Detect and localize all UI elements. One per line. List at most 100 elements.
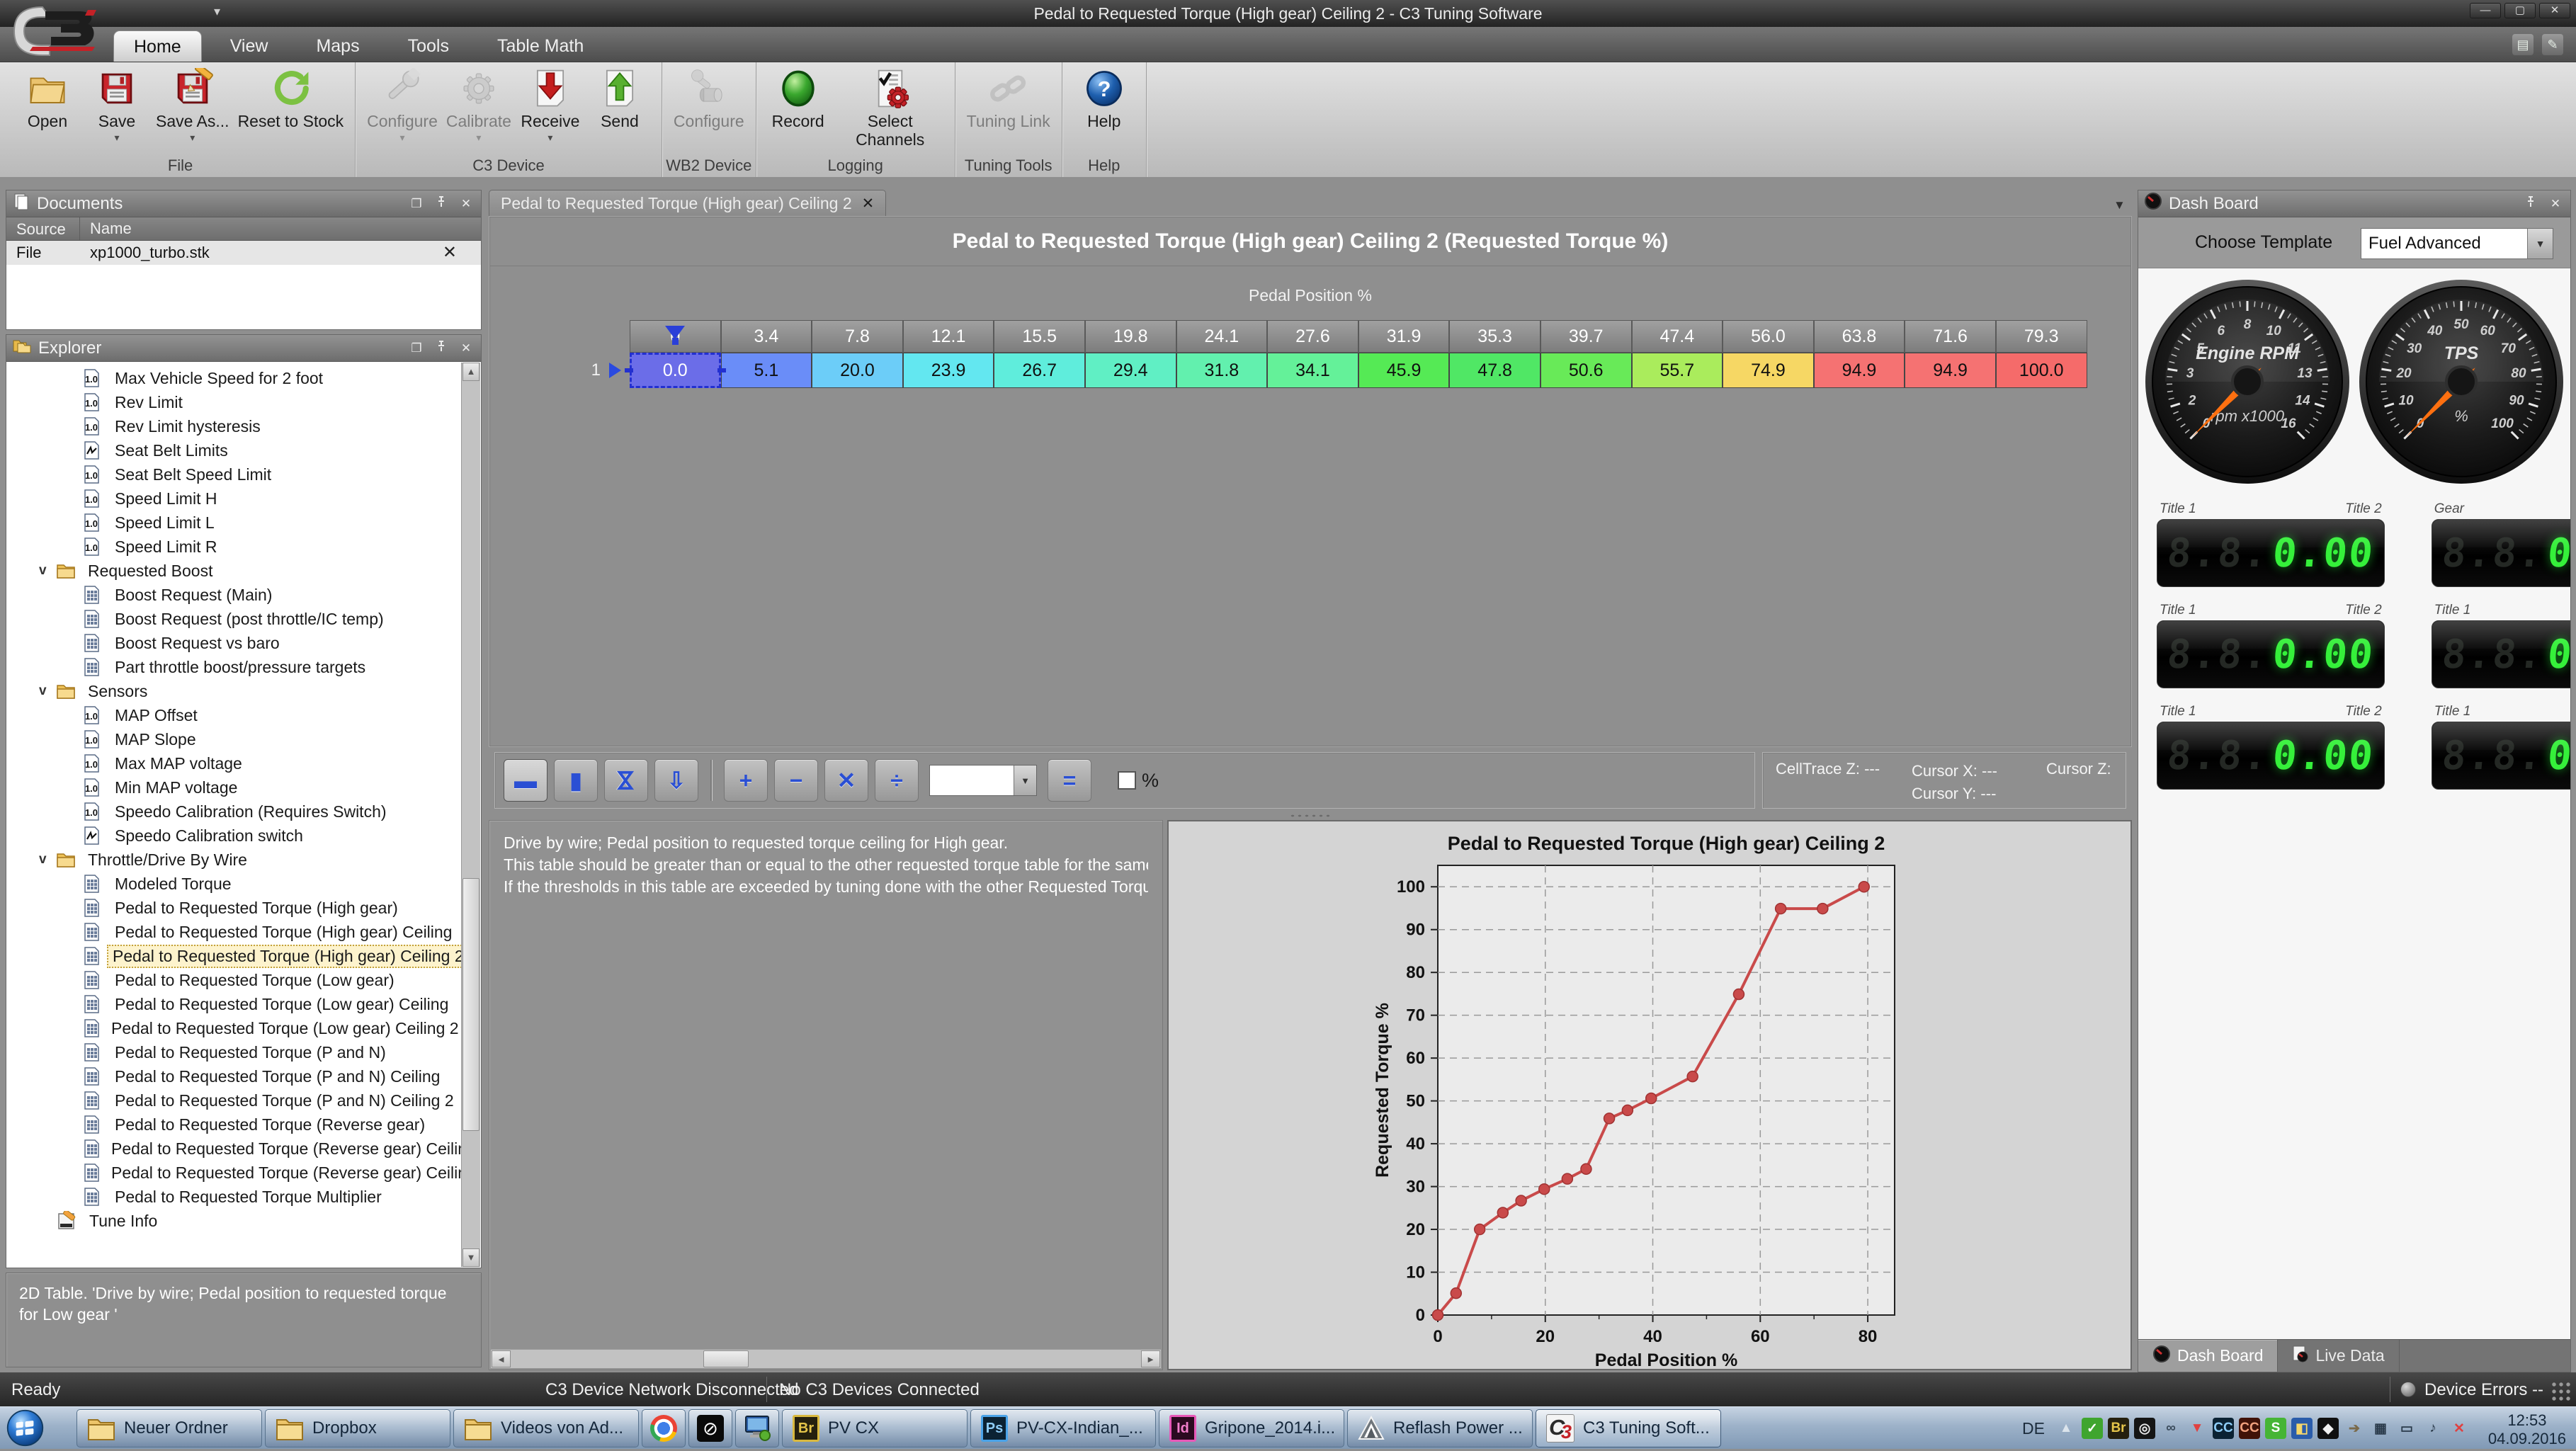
percent-checkbox[interactable] [1118,771,1136,790]
row-header[interactable]: 1 [539,353,630,388]
tree-item-pedal-to-requested-torque-high-gear-ceiling[interactable]: Pedal to Requested Torque (High gear) Ce… [6,920,461,944]
add-button[interactable]: + [724,759,768,802]
menu-tab-tools[interactable]: Tools [388,30,469,62]
tree-item-part-throttle-boost-pressure-targets[interactable]: Part throttle boost/pressure targets [6,655,461,679]
tree-item-pedal-to-requested-torque-p-and-n-ceiling[interactable]: Pedal to Requested Torque (P and N) Ceil… [6,1064,461,1088]
tree-item-max-vehicle-speed-for-2-foot[interactable]: 1.0Max Vehicle Speed for 2 foot [6,366,461,390]
tray-icon-14[interactable]: ▭ [2396,1418,2417,1439]
documents-col-name[interactable]: Name [80,220,481,238]
table-cell[interactable]: 29.4 [1085,353,1176,388]
digital-display-6[interactable]: Title 1Title 28.8.0.00 [2432,704,2570,790]
taskbar-button-dropbox[interactable]: Dropbox [265,1409,450,1447]
tray-icon-6[interactable]: ▼ [2186,1418,2208,1439]
tray-icon-12[interactable]: ➔ [2344,1418,2365,1439]
tree-item-speed-limit-l[interactable]: 1.0Speed Limit L [6,511,461,535]
dashboard-tab-live-data[interactable]: Live Data [2278,1340,2399,1372]
reset-to-stock-button[interactable]: Reset to Stock [234,64,348,131]
tray-icon-2[interactable]: ✓ [2082,1418,2103,1439]
table-cell[interactable]: 23.9 [903,353,994,388]
column-header-47.4[interactable]: 47.4 [1632,320,1723,353]
digital-display-5[interactable]: Title 1Title 28.8.0.00 [2157,704,2385,790]
dropdown-arrow-icon[interactable]: ▾ [547,132,552,144]
tray-icon-16[interactable]: ✕ [2449,1418,2470,1439]
tray-icon-13[interactable]: ▦ [2370,1418,2391,1439]
table-cell[interactable]: 94.9 [1814,353,1905,388]
tree-item-boost-request-vs-baro[interactable]: Boost Request vs baro [6,631,461,655]
tree-item-pedal-to-requested-torque-high-gear[interactable]: Pedal to Requested Torque (High gear) [6,896,461,920]
close-panel-icon[interactable]: ✕ [457,195,475,213]
tree-item-rev-limit[interactable]: 1.0Rev Limit [6,390,461,414]
tree-item-max-map-voltage[interactable]: 1.0Max MAP voltage [6,751,461,775]
document-tab[interactable]: Pedal to Requested Torque (High gear) Ce… [489,190,886,217]
taskbar-button-videos-von-ad[interactable]: Videos von Ad... [453,1409,639,1447]
divide-button[interactable]: ÷ [875,759,919,802]
column-header-12.1[interactable]: 12.1 [903,320,994,353]
tree-item-pedal-to-requested-torque-multiplier[interactable]: Pedal to Requested Torque Multiplier [6,1185,461,1209]
taskbar-button-chrome[interactable] [642,1409,686,1447]
column-header-0[interactable]: 0 [630,320,721,353]
column-header-35.3[interactable]: 35.3 [1449,320,1541,353]
scroll-left-icon[interactable]: ◄ [492,1350,511,1367]
pin-icon[interactable] [432,195,450,213]
close-panel-icon[interactable]: ✕ [457,339,475,358]
menu-tab-maps[interactable]: Maps [296,30,379,62]
documents-col-source[interactable]: Source [6,217,80,240]
column-header-19.8[interactable]: 19.8 [1085,320,1176,353]
scroll-down-icon[interactable]: ▼ [463,1248,480,1267]
tree-item-pedal-to-requested-torque-low-gear-ceiling-2[interactable]: Pedal to Requested Torque (Low gear) Cei… [6,1016,461,1040]
taskbar-button-gripone-2014-i[interactable]: IdGripone_2014.i... [1159,1409,1344,1447]
tree-item-pedal-to-requested-torque-reverse-gear-ceiling[interactable]: Pedal to Requested Torque (Reverse gear)… [6,1137,461,1161]
start-button[interactable] [6,1409,45,1447]
dropdown-arrow-icon[interactable]: ▾ [476,132,481,144]
digital-display-4[interactable]: Title 1Title 28.8.0.00 [2432,603,2570,688]
tree-item-throttle-drive-by-wire[interactable]: vThrottle/Drive By Wire [6,848,461,872]
column-header-31.9[interactable]: 31.9 [1358,320,1450,353]
restore-icon[interactable]: ❐ [407,339,426,358]
record-button[interactable]: Record [764,64,833,131]
tree-item-speedo-calibration-switch[interactable]: Speedo Calibration switch [6,824,461,848]
document-row[interactable]: File xp1000_turbo.stk ✕ [6,241,481,265]
open-button[interactable]: Open [13,64,82,131]
tab-list-arrow-icon[interactable]: ▼ [2113,198,2126,212]
pen-icon[interactable]: ✎ [2542,34,2563,55]
layout-icon[interactable]: ▤ [2512,34,2534,55]
receive-button[interactable]: Receive▾ [516,64,585,144]
dropdown-arrow-icon[interactable]: ▾ [114,132,119,144]
table-cell[interactable]: 31.8 [1176,353,1268,388]
restore-icon[interactable]: ❐ [407,195,426,213]
tree-item-pedal-to-requested-torque-reverse-gear[interactable]: Pedal to Requested Torque (Reverse gear) [6,1113,461,1137]
column-header-39.7[interactable]: 39.7 [1541,320,1632,353]
tree-item-boost-request-post-throttle-ic-temp[interactable]: Boost Request (post throttle/IC temp) [6,607,461,631]
tree-item-pedal-to-requested-torque-low-gear-ceiling[interactable]: Pedal to Requested Torque (Low gear) Cei… [6,992,461,1016]
save-as-button[interactable]: Save As...▾ [152,64,234,144]
value-combobox[interactable]: ▼ [929,765,1037,796]
table-mode-button[interactable]: ⋈ [604,759,648,802]
table-cell[interactable]: 47.8 [1449,353,1541,388]
horizontal-splitter[interactable] [489,812,2132,820]
dashboard-tab-dash-board[interactable]: Dash Board [2138,1340,2278,1372]
minimize-button[interactable]: — [2470,3,2501,18]
table-cell[interactable]: 0.0 [630,353,721,388]
maximize-button[interactable]: ▢ [2504,3,2536,18]
tree-item-min-map-voltage[interactable]: 1.0Min MAP voltage [6,775,461,800]
tray-icon-10[interactable]: ◧ [2291,1418,2313,1439]
tree-item-pedal-to-requested-torque-reverse-gear-ceiling-2[interactable]: Pedal to Requested Torque (Reverse gear)… [6,1161,461,1185]
explorer-scrollbar[interactable]: ▲ ▼ [461,363,480,1267]
tree-item-speed-limit-r[interactable]: 1.0Speed Limit R [6,535,461,559]
tree-item-pedal-to-requested-torque-p-and-n-ceiling-2[interactable]: Pedal to Requested Torque (P and N) Ceil… [6,1088,461,1113]
taskbar-button-pv-cx-indian[interactable]: PsPV-CX-Indian_... [970,1409,1156,1447]
column-mode-button[interactable]: ▮ [554,759,598,802]
tree-item-map-slope[interactable]: 1.0MAP Slope [6,727,461,751]
remove-document-icon[interactable]: ✕ [443,242,457,263]
taskbar-button-neuer-ordner[interactable]: Neuer Ordner [76,1409,262,1447]
close-tab-icon[interactable]: ✕ [862,195,875,212]
table-cell[interactable]: 55.7 [1632,353,1723,388]
tray-icon-8[interactable]: CC [2239,1418,2260,1439]
column-header-24.1[interactable]: 24.1 [1176,320,1268,353]
table-cell[interactable]: 5.1 [721,353,812,388]
column-header-79.3[interactable]: 79.3 [1996,320,2087,353]
dropdown-arrow-icon[interactable]: ▾ [190,132,195,144]
taskbar-button-black-app[interactable]: ⊘ [688,1409,732,1447]
tray-icon-4[interactable]: ◎ [2134,1418,2155,1439]
table-cell[interactable]: 94.9 [1905,353,1996,388]
